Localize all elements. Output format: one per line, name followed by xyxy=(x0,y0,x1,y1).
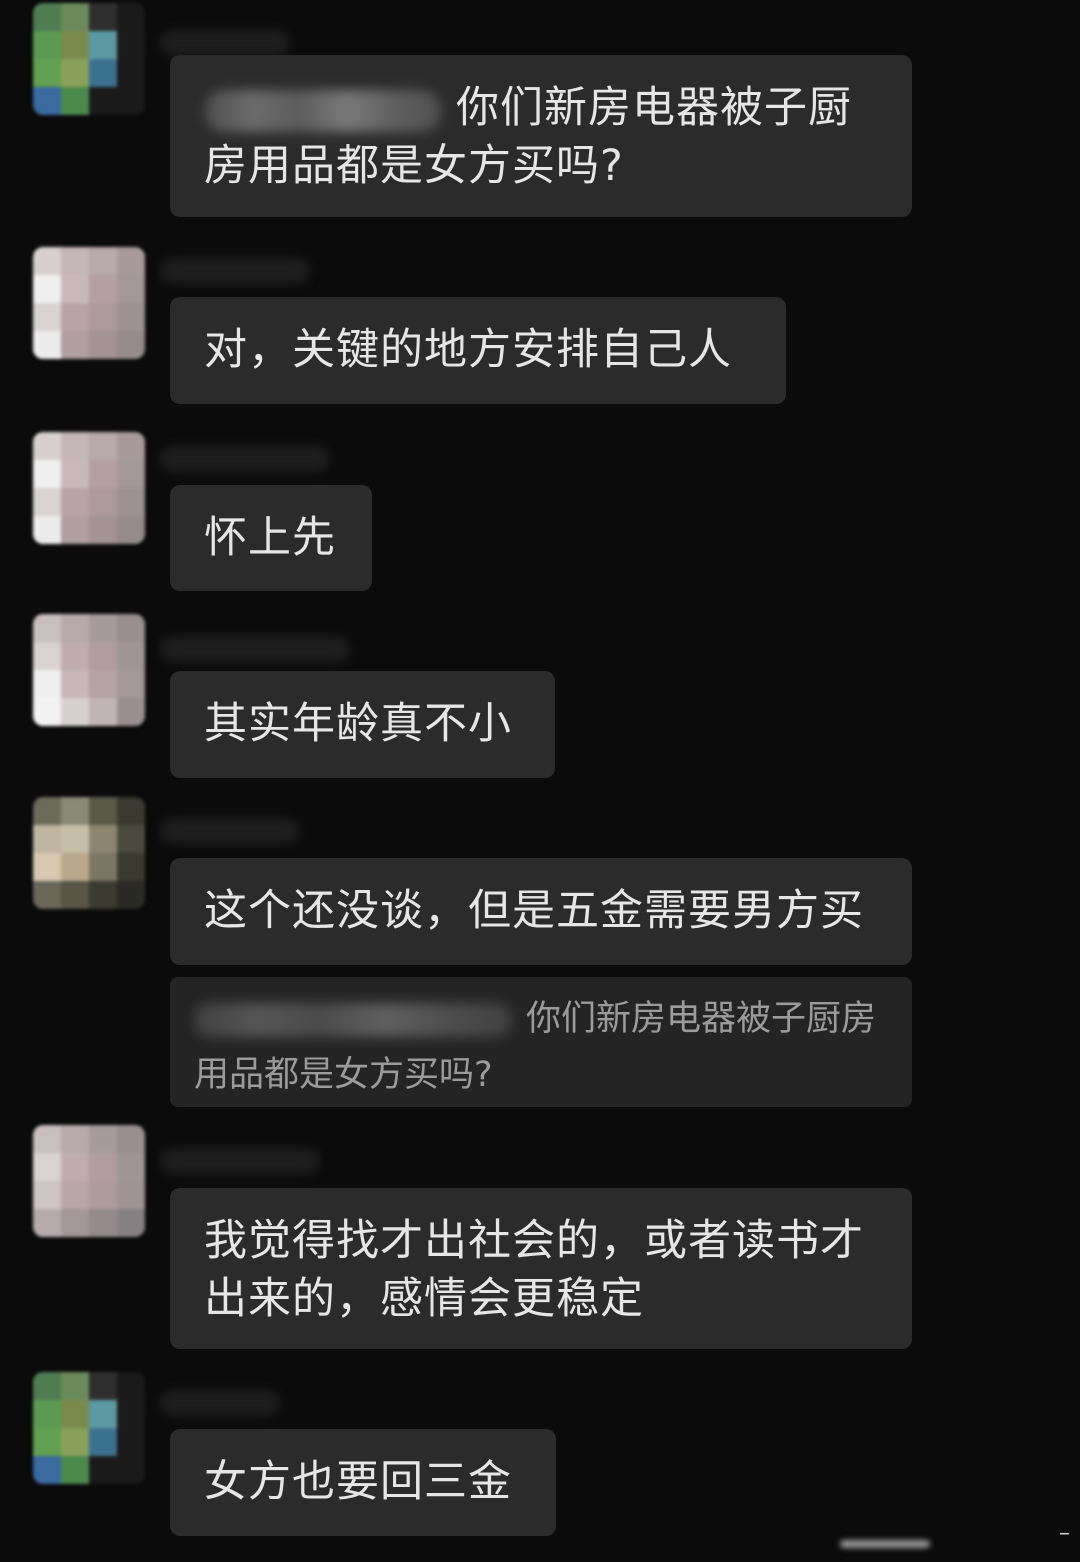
quoted-text: 用品都是女方买吗? xyxy=(194,1055,493,1095)
message-text: 对，关键的地方安排自己人 xyxy=(204,325,732,375)
message-bubble[interactable]: 怀上先 xyxy=(170,485,372,591)
mention-masked xyxy=(204,89,442,132)
message-bubble[interactable]: 这个还没谈，但是五金需要男方买 xyxy=(170,858,912,965)
sender-name-masked xyxy=(160,446,330,472)
sender-name-masked xyxy=(160,30,290,56)
message-text: 出来的，感情会更稳定 xyxy=(204,1274,644,1324)
sender-name-masked xyxy=(160,258,310,284)
message-text: 房用品都是女方买吗? xyxy=(204,141,624,191)
message-bubble[interactable]: 女方也要回三金 xyxy=(170,1429,556,1536)
sender-name-masked xyxy=(160,636,350,662)
avatar-icon[interactable] xyxy=(33,797,145,909)
message-bubble[interactable]: 你们新房电器被子厨 房用品都是女方买吗? xyxy=(170,55,912,217)
chat-window: 你们新房电器被子厨 房用品都是女方买吗? 对，关键的地方安排自己人 怀上先 其实… xyxy=(0,0,1080,1562)
sender-name-masked xyxy=(160,1148,320,1174)
sender-name-masked xyxy=(160,818,300,844)
avatar-icon[interactable] xyxy=(33,247,145,359)
message-bubble[interactable]: 对，关键的地方安排自己人 xyxy=(170,297,786,404)
watermark-swoosh xyxy=(840,1540,930,1548)
quoted-text: 你们新房电器被子厨房 xyxy=(526,999,877,1039)
avatar-icon[interactable] xyxy=(33,614,145,726)
avatar-icon[interactable] xyxy=(33,432,145,544)
message-text: 我觉得找才出社会的，或者读书才 xyxy=(204,1216,864,1266)
message-bubble[interactable]: 其实年龄真不小 xyxy=(170,671,555,778)
avatar-icon[interactable] xyxy=(33,1372,145,1484)
avatar-icon[interactable] xyxy=(33,1125,145,1237)
message-text: 你们新房电器被子厨 xyxy=(456,83,852,133)
message-text: 怀上先 xyxy=(204,513,336,563)
sender-name-masked xyxy=(160,1390,280,1416)
quoted-sender-masked xyxy=(194,1003,512,1037)
avatar-icon[interactable] xyxy=(33,3,145,115)
minus-icon: – xyxy=(1059,1521,1070,1546)
message-text: 其实年龄真不小 xyxy=(204,699,512,749)
message-text: 女方也要回三金 xyxy=(204,1457,512,1507)
quoted-reply[interactable]: 你们新房电器被子厨房 用品都是女方买吗? xyxy=(170,977,912,1107)
message-bubble[interactable]: 我觉得找才出社会的，或者读书才 出来的，感情会更稳定 xyxy=(170,1188,912,1349)
message-text: 这个还没谈，但是五金需要男方买 xyxy=(204,886,864,936)
